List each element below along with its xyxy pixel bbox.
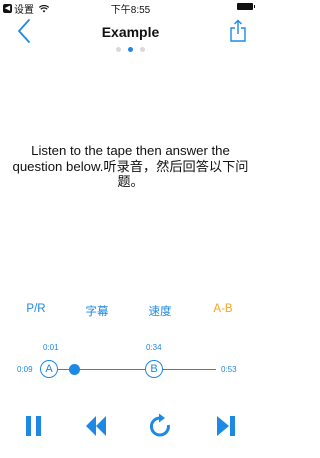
rewind-icon[interactable] <box>84 413 108 439</box>
pause-icon[interactable] <box>22 413 46 439</box>
replay-icon[interactable] <box>148 413 172 439</box>
marker-a[interactable]: A <box>40 360 58 378</box>
page-dot[interactable] <box>140 47 145 52</box>
page-dot[interactable] <box>116 47 121 52</box>
total-time: 0:53 <box>221 365 237 374</box>
share-icon[interactable] <box>229 19 247 43</box>
status-time: 下午8:55 <box>110 5 151 16</box>
pr-button[interactable]: P/R <box>26 303 45 315</box>
page-title: Example <box>101 24 160 40</box>
current-time: 0:09 <box>17 365 33 374</box>
marker-a-time: 0:01 <box>43 343 59 352</box>
subtitle-button[interactable]: 字幕 <box>86 303 109 319</box>
ab-repeat-button[interactable]: A-B <box>213 303 232 315</box>
marker-b-time: 0:34 <box>146 343 162 352</box>
page-indicator[interactable] <box>0 47 261 52</box>
question-text: Listen to the tape then answer the quest… <box>12 143 249 189</box>
speed-button[interactable]: 速度 <box>149 303 172 319</box>
battery-icon <box>237 3 255 10</box>
marker-b[interactable]: B <box>145 360 163 378</box>
progress-knob[interactable] <box>69 364 80 375</box>
tool-row: P/R 字幕 速度 A-B <box>0 303 261 319</box>
status-bar: ◀ 设置 下午8:55 <box>0 0 261 16</box>
playback-timeline[interactable]: 0:01 0:34 0:09 0:53 A B <box>0 340 261 390</box>
playback-controls <box>0 413 261 441</box>
page-dot-active[interactable] <box>128 47 133 52</box>
skip-next-icon[interactable] <box>214 413 238 439</box>
progress-track[interactable] <box>41 369 216 370</box>
